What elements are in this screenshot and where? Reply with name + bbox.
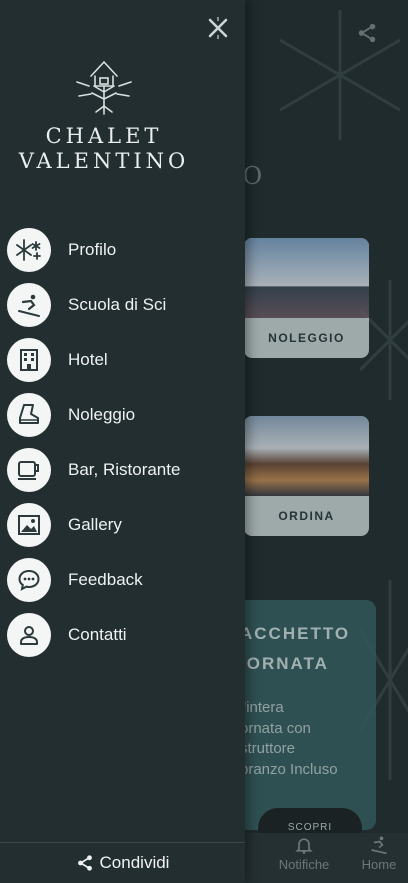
- snowflake-decoration: [279, 10, 401, 140]
- logo-line2: VALENTINO: [18, 149, 190, 173]
- promo-heading-line2: IORNATA: [240, 654, 329, 673]
- skier-icon: [371, 836, 387, 855]
- tab-label: Home: [361, 857, 397, 872]
- menu-icon-circle: [7, 227, 51, 272]
- logo: CHALET VALENTINO: [14, 56, 194, 173]
- tab-notifiche[interactable]: Notifiche: [270, 833, 338, 883]
- user-icon: [20, 625, 38, 645]
- navigation-drawer: CHALET VALENTINO Profilo Scuola di Sci H…: [0, 0, 245, 883]
- building-icon: [20, 348, 38, 371]
- drawer-menu: Profilo Scuola di Sci Hotel Noleggio Bar…: [0, 222, 245, 662]
- promo-text: l'intera ornata con struttore pranzo Inc…: [240, 698, 338, 780]
- bell-icon: [295, 838, 313, 854]
- close-icon[interactable]: [205, 15, 231, 41]
- promo-text-line: pranzo Incluso: [240, 760, 338, 778]
- share-button[interactable]: Condividi: [0, 842, 245, 883]
- card-label: ORDINA: [278, 509, 335, 523]
- boot-icon: [19, 403, 39, 424]
- menu-label: Scuola di Sci: [68, 294, 167, 314]
- card-noleggio[interactable]: NOLEGGIO: [244, 238, 369, 358]
- menu-item-profilo[interactable]: Profilo: [0, 222, 245, 277]
- chat-icon: [18, 569, 40, 591]
- menu-icon-circle: [7, 612, 51, 657]
- promo-heading-line1: ACCHETTO: [240, 624, 351, 643]
- menu-label: Contatti: [68, 624, 127, 644]
- promo-text-line: ornata con: [240, 719, 311, 737]
- tab-partial[interactable]: [245, 833, 265, 883]
- share-icon[interactable]: [356, 22, 378, 44]
- promo-text-line: struttore: [240, 740, 296, 757]
- menu-label: Hotel: [68, 349, 108, 369]
- menu-icon-circle: [7, 282, 51, 327]
- tab-label: Notifiche: [278, 857, 330, 872]
- menu-item-hotel[interactable]: Hotel: [0, 332, 245, 387]
- menu-label: Profilo: [68, 239, 117, 259]
- menu-icon-circle: [7, 447, 51, 492]
- image-icon: [18, 514, 40, 535]
- chalet-logo-icon: [76, 60, 132, 115]
- menu-label: Noleggio: [68, 404, 136, 424]
- menu-icon-circle: [7, 337, 51, 382]
- logo-line1: CHALET: [45, 124, 163, 148]
- menu-label: Bar, Ristorante: [68, 459, 181, 479]
- app-screen: ET INO NOLEGGIO ORDINA ACCHETTO IORNATA …: [0, 0, 408, 883]
- menu-item-gallery[interactable]: Gallery: [0, 497, 245, 552]
- promo-text-line: l'intera: [240, 699, 284, 716]
- share-label: Condividi: [99, 853, 170, 872]
- menu-item-bar-ristorante[interactable]: Bar, Ristorante: [0, 442, 245, 497]
- menu-label: Gallery: [68, 514, 122, 534]
- card-label: NOLEGGIO: [268, 331, 345, 345]
- tab-home[interactable]: Home: [352, 833, 406, 883]
- promo-card[interactable]: ACCHETTO IORNATA l'intera ornata con str…: [230, 600, 376, 830]
- share-icon: [77, 855, 92, 871]
- menu-icon-circle: [7, 502, 51, 547]
- menu-icon-circle: [7, 392, 51, 437]
- coffee-icon: [18, 460, 39, 480]
- card-photo: [244, 416, 369, 496]
- card-ordina[interactable]: ORDINA: [244, 416, 369, 536]
- menu-label: Feedback: [68, 569, 143, 589]
- card-photo: [244, 238, 369, 318]
- menu-item-noleggio[interactable]: Noleggio: [0, 387, 245, 442]
- snowflake-icon: [16, 238, 41, 261]
- skier-icon: [18, 294, 40, 317]
- menu-item-feedback[interactable]: Feedback: [0, 552, 245, 607]
- menu-item-contatti[interactable]: Contatti: [0, 607, 245, 662]
- menu-icon-circle: [7, 557, 51, 602]
- menu-item-scuola-di-sci[interactable]: Scuola di Sci: [0, 277, 245, 332]
